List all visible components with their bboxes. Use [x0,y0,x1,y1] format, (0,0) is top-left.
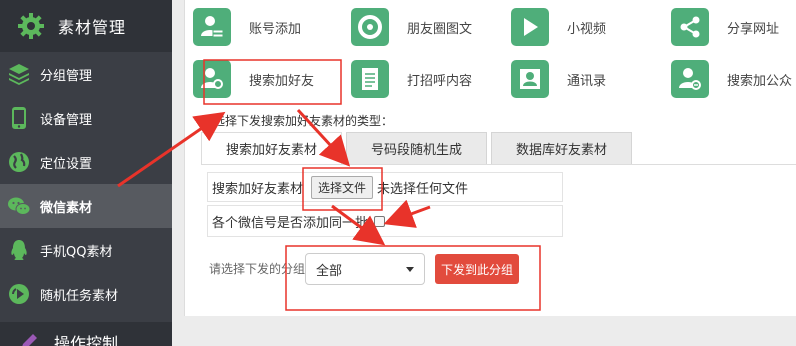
wechat-icon [6,193,32,219]
tile-label: 小视频 [567,21,607,37]
material-type-prompt: 请选择下发搜索加好友素材的类型： [201,114,394,128]
add-user-icon [193,8,231,46]
tile-account-add[interactable]: 账号添加 [193,8,301,46]
qq-icon [6,237,32,263]
group-select[interactable]: 全部 [305,253,425,285]
tile-label: 账号添加 [249,21,302,37]
sidebar: 素材管理 分组管理 设备管理 定位设置 微信素材 手机QQ素材 随机任务素材 操… [0,0,172,346]
content-panel: 账号添加 朋友圈图文 小视频 分享网址 搜索加好友 打招呼内容 通讯录 搜索加公… [184,0,796,316]
sidebar-title: 素材管理 [58,18,127,37]
tile-label: 分享网址 [727,21,780,37]
globe-icon [6,149,32,175]
sidebar-header[interactable]: 素材管理 [0,0,172,52]
document-icon [351,60,389,98]
phone-icon [6,105,32,131]
same-batch-label: 各个微信号是否添加同一批 [212,215,369,231]
sidebar-item-group-manage[interactable]: 分组管理 [0,52,172,96]
tabs-divider [201,164,796,165]
send-to-group-button[interactable]: 下发到此分组 [435,254,520,284]
tile-label: 通讯录 [567,73,607,89]
search-official-icon [671,60,709,98]
sidebar-item-location[interactable]: 定位设置 [0,140,172,184]
file-status: 未选择任何文件 [377,181,469,197]
bottom-bar [184,316,796,346]
sidebar-item-device-manage[interactable]: 设备管理 [0,96,172,140]
sidebar-item-label: 分组管理 [40,68,93,84]
sidebar-section-operation[interactable]: 操作控制 [0,322,172,346]
tile-label: 搜索加好友 [249,73,315,89]
tile-search-add-friend[interactable]: 搜索加好友 [193,60,314,98]
sidebar-item-random-task[interactable]: 随机任务素材 [0,272,172,316]
tile-label: 搜索加公众 [727,73,793,89]
tile-label: 朋友圈图文 [407,21,473,37]
sidebar-item-label: 随机任务素材 [40,288,119,304]
group-select-label: 请选择下发的分组 [209,262,306,276]
sidebar-item-label: 设备管理 [40,112,93,128]
tile-search-official[interactable]: 搜索加公众 [671,60,792,98]
tab-database-friend-material[interactable]: 数据库好友素材 [491,132,633,164]
same-batch-row: 各个微信号是否添加同一批 [207,205,563,237]
tile-short-video[interactable]: 小视频 [511,8,606,46]
tile-moments[interactable]: 朋友圈图文 [351,8,472,46]
tile-share-url[interactable]: 分享网址 [671,8,779,46]
tile-greeting[interactable]: 打招呼内容 [351,60,472,98]
tab-number-range-random[interactable]: 号码段随机生成 [346,132,488,164]
gear-icon [18,13,44,39]
layers-icon [6,61,32,87]
sidebar-item-label: 手机QQ素材 [40,244,113,260]
choose-file-button[interactable]: 选择文件 [311,175,374,199]
tile-contacts[interactable]: 通讯录 [511,60,606,98]
same-batch-checkbox[interactable] [374,215,386,227]
tile-label: 打招呼内容 [407,73,473,89]
sidebar-item-label: 定位设置 [40,156,93,172]
tab-search-friend-material[interactable]: 搜索加好友素材 [201,132,343,164]
sidebar-item-qq-material[interactable]: 手机QQ素材 [0,228,172,272]
app-root: 素材管理 分组管理 设备管理 定位设置 微信素材 手机QQ素材 随机任务素材 操… [0,0,796,346]
file-upload-label: 搜索加好友素材 [212,181,304,197]
main-area: 账号添加 朋友圈图文 小视频 分享网址 搜索加好友 打招呼内容 通讯录 搜索加公… [172,0,796,346]
sidebar-item-label: 微信素材 [40,200,93,216]
random-task-icon [6,281,32,307]
search-friend-icon [193,60,231,98]
material-tabs: 搜索加好友素材 号码段随机生成 数据库好友素材 [201,132,636,164]
share-icon [671,8,709,46]
moments-icon [351,8,389,46]
play-icon [511,8,549,46]
group-select-value: 全部 [316,263,343,279]
file-upload-row: 搜索加好友素材 选择文件 未选择任何文件 [207,172,563,202]
chevron-down-icon [406,266,414,272]
sidebar-section-title: 操作控制 [54,334,119,346]
sidebar-item-wechat-material[interactable]: 微信素材 [0,184,172,228]
contacts-icon [511,60,549,98]
pencil-icon [22,334,37,346]
